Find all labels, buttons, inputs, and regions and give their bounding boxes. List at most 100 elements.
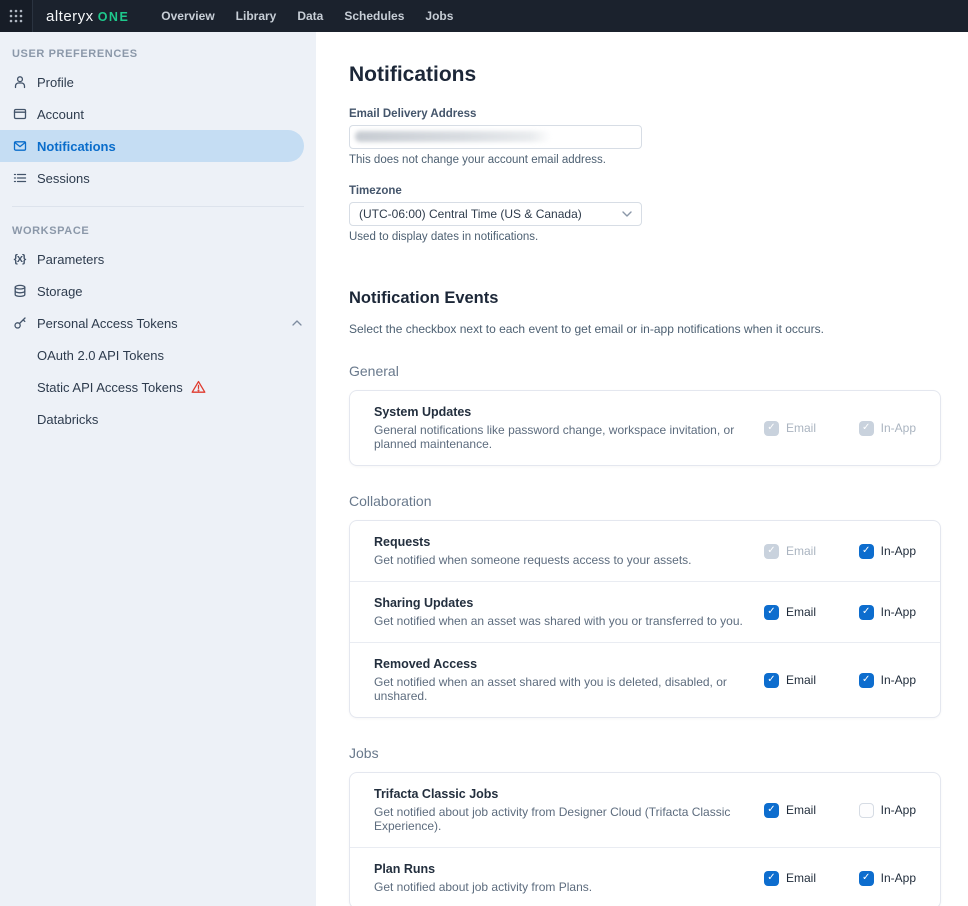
timezone-value: (UTC-06:00) Central Time (US & Canada) [359,207,582,221]
logo-brand-text: alteryx [46,8,94,25]
event-texts: Plan Runs Get notified about job activity… [374,862,592,894]
sidebar-item-sessions[interactable]: Sessions [0,162,316,194]
topbar-nav: Overview Library Data Schedules Jobs [161,9,474,23]
sidebar-item-label: Personal Access Tokens [37,316,178,331]
trifacta-classic-jobs-inapp-checkbox[interactable]: In-App [859,803,916,818]
plan-runs-email-checkbox[interactable]: ✓Email [764,871,816,886]
sidebar-item-profile[interactable]: Profile [0,66,316,98]
event-texts: Removed Access Get notified when an asset… [374,657,752,703]
topbar: alteryx ONE Overview Library Data Schedules… [0,0,968,32]
page-title: Notifications [349,32,968,87]
event-group-heading-collaboration: Collaboration [349,493,968,509]
checkbox-checked-icon[interactable]: ✓ [764,871,779,886]
event-name: System Updates [374,405,752,419]
system-updates-email-checkbox: ✓ Email [764,421,816,436]
event-texts: RequestsGet notified when someone reques… [374,535,692,567]
event-row-sharing-updates: Sharing UpdatesGet notified when an asse… [350,581,940,642]
sidebar-section-title: WORKSPACE [0,217,316,243]
checkbox-checked-icon[interactable]: ✓ [764,605,779,620]
event-controls: ✓ Email ✓In-App [764,421,916,436]
topbar-nav-schedules[interactable]: Schedules [344,9,404,23]
sidebar-section-title: USER PREFERENCES [0,40,316,66]
event-texts: Trifacta Classic Jobs Get notified about … [374,787,752,833]
sidebar-subitem-label: Static API Access Tokens [37,380,183,395]
event-description: General notifications like password chan… [374,423,752,451]
checkbox-checked-icon: ✓ [764,544,779,559]
email-delivery-label: Email Delivery Address [349,108,642,120]
topbar-nav-jobs[interactable]: Jobs [425,9,453,23]
email-delivery-field: Email Delivery Address This does not cha… [349,108,642,166]
timezone-field: Timezone (UTC-06:00) Central Time (US & … [349,185,642,243]
removed-access-inapp-checkbox[interactable]: ✓In-App [859,673,916,688]
event-controls: ✓Email✓In-App [764,544,916,559]
event-controls: ✓Email In-App [764,803,916,818]
alteryx-one-logo[interactable]: alteryx ONE [46,8,129,25]
sidebar-item-account[interactable]: Account [0,98,316,130]
sidebar-subitem-static-api-access-tokens[interactable]: Static API Access Tokens [0,371,316,403]
event-name: Plan Runs [374,862,592,876]
sidebar-item-label: Parameters [37,252,104,267]
plan-runs-inapp-checkbox[interactable]: ✓In-App [859,871,916,886]
checkbox-checked-icon[interactable]: ✓ [764,803,779,818]
system-updates-inapp-checkbox: ✓In-App [859,421,916,436]
requests-inapp-checkbox[interactable]: ✓ In-App [859,544,916,559]
inapp-checkbox-label: In-App [881,421,916,435]
event-card-collaboration: RequestsGet notified when someone reques… [349,520,941,718]
email-checkbox-label: Email [786,421,816,435]
logo-suffix-text: ONE [98,10,130,24]
checkbox-checked-icon[interactable]: ✓ [764,673,779,688]
event-row-requests: RequestsGet notified when someone reques… [350,521,940,581]
settings-sidebar: USER PREFERENCES Profile Account Notificati… [0,32,316,906]
event-description: Get notified about job activity from Pla… [374,880,592,894]
sidebar-subitem-oauth-2-0-api-tokens[interactable]: OAuth 2.0 API Tokens [0,339,316,371]
event-name: Removed Access [374,657,752,671]
sidebar-item-personal-access-tokens[interactable]: Personal Access Tokens [0,307,316,339]
inapp-checkbox-label: In-App [881,803,916,817]
topbar-nav-data[interactable]: Data [297,9,323,23]
timezone-helper: Used to display dates in notifications. [349,231,642,243]
sidebar-item-label: Account [37,107,84,122]
app-grid-button[interactable] [0,0,33,32]
notification-events-description: Select the checkbox next to each event t… [349,322,968,336]
event-texts: Sharing UpdatesGet notified when an asse… [374,596,743,628]
event-row-removed-access: Removed Access Get notified when an asset… [350,642,940,717]
event-controls: ✓Email✓In-App [764,605,916,620]
timezone-select[interactable]: (UTC-06:00) Central Time (US & Canada) [349,202,642,226]
timezone-label: Timezone [349,185,642,197]
checkbox-checked-icon[interactable]: ✓ [859,871,874,886]
checkbox-unchecked-icon[interactable] [859,803,874,818]
checkbox-checked-icon: ✓ [764,421,779,436]
topbar-nav-overview[interactable]: Overview [161,9,214,23]
chevron-down-icon [622,211,632,217]
sidebar-subitem-databricks[interactable]: Databricks [0,403,316,435]
sharing-updates-inapp-checkbox[interactable]: ✓ In-App [859,605,916,620]
event-controls: ✓Email ✓In-App [764,673,916,688]
inapp-checkbox-label: In-App [881,544,916,558]
event-description: Get notified when an asset shared with y… [374,675,752,703]
key-icon [12,316,27,331]
grid-icon [9,9,23,23]
event-texts: System Updates General notifications like… [374,405,752,451]
topbar-nav-library[interactable]: Library [236,9,277,23]
sidebar-item-label: Profile [37,75,74,90]
inapp-checkbox-label: In-App [881,605,916,619]
sidebar-item-storage[interactable]: Storage [0,275,316,307]
checkbox-checked-icon[interactable]: ✓ [859,673,874,688]
checkbox-checked-icon[interactable]: ✓ [859,605,874,620]
removed-access-email-checkbox[interactable]: ✓Email [764,673,816,688]
trifacta-classic-jobs-email-checkbox[interactable]: ✓Email [764,803,816,818]
chevron-up-icon[interactable] [292,320,302,326]
event-name: Trifacta Classic Jobs [374,787,752,801]
requests-email-checkbox: ✓Email [764,544,816,559]
checkbox-checked-icon[interactable]: ✓ [859,544,874,559]
sidebar-item-notifications[interactable]: Notifications [0,130,304,162]
event-description: Get notified about job activity from Des… [374,805,752,833]
sharing-updates-email-checkbox[interactable]: ✓Email [764,605,816,620]
redacted-email-value [355,131,551,142]
email-delivery-input[interactable] [349,125,642,149]
account-icon [12,107,27,122]
parameters-icon: {x} [12,252,27,267]
sidebar-item-parameters[interactable]: {x} Parameters [0,243,316,275]
event-description: Get notified when an asset was shared wi… [374,614,743,628]
event-controls: ✓Email ✓In-App [764,871,916,886]
